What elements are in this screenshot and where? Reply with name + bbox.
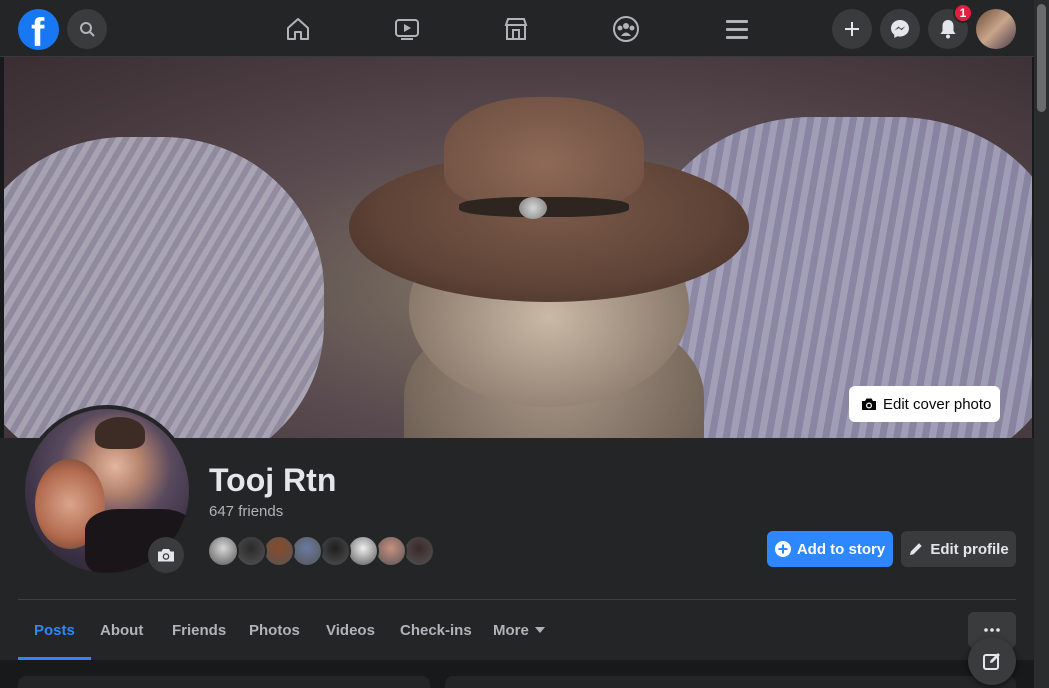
tab-about[interactable]: About [84,600,159,660]
intro-card [18,676,430,688]
groups-icon [613,16,639,42]
friend-avatar[interactable] [403,535,435,567]
menu-icon [726,20,748,39]
profile-picture-hair [95,417,145,449]
compose-icon [983,653,1000,670]
home-icon [287,18,309,40]
camera-icon [158,549,174,562]
tab-posts[interactable]: Posts [18,600,91,660]
page-scrollbar[interactable] [1034,0,1049,688]
friend-avatar[interactable] [375,535,407,567]
plus-circle-icon [774,541,791,557]
friend-avatar[interactable] [319,535,351,567]
profile-name: Tooj Rtn [209,462,337,498]
create-button[interactable] [832,9,872,49]
friend-avatar[interactable] [263,535,295,567]
account-avatar[interactable] [976,9,1016,49]
friend-avatar[interactable] [291,535,323,567]
messenger-icon [891,20,909,38]
messenger-button[interactable] [880,9,920,49]
update-profile-picture-button[interactable] [148,537,184,573]
cover-photo [4,57,1032,438]
tab-friends-label: Friends [172,621,227,639]
add-to-story-label: Add to story [796,540,886,558]
add-to-story-button[interactable]: Add to story [767,531,893,567]
search-icon [80,22,95,37]
bell-icon [940,20,956,39]
facebook-logo[interactable]: f [18,9,59,50]
top-nav: f 1 [0,0,1034,57]
friends-count[interactable]: 647 friends [209,503,283,520]
friend-avatar[interactable] [347,535,379,567]
edit-profile-label: Edit profile [930,540,1009,558]
groups-tab[interactable] [609,12,643,46]
tab-videos-label: Videos [326,621,375,639]
home-tab[interactable] [281,12,315,46]
watch-tab[interactable] [390,12,424,46]
edit-cover-photo-button[interactable]: Edit cover photo [849,386,1000,422]
tab-about-label: About [100,621,144,639]
edit-profile-button[interactable]: Edit profile [901,531,1016,567]
ellipsis-icon [984,628,1000,632]
cover-hat-stud [519,197,547,219]
watch-icon [395,19,419,40]
camera-icon [862,398,876,410]
notifications-badge: 1 [953,3,973,23]
marketplace-icon [504,18,528,40]
marketplace-tab[interactable] [499,12,533,46]
tab-check-ins-label: Check-ins [400,621,472,639]
tab-posts-label: Posts [34,621,75,639]
menu-tab[interactable] [720,12,754,46]
plus-icon [845,22,859,36]
new-message-button[interactable] [968,637,1016,685]
create-post-card [445,676,1016,688]
caret-down-icon [534,627,545,633]
tab-photos-label: Photos [249,621,300,639]
edit-cover-photo-label: Edit cover photo [883,395,992,413]
friend-avatar[interactable] [207,535,239,567]
cover-hat-crown [444,97,644,207]
scrollbar-thumb[interactable] [1037,4,1046,112]
tab-photos[interactable]: Photos [233,600,316,660]
friend-avatar[interactable] [235,535,267,567]
tab-more-label: More [493,621,529,639]
tab-more[interactable]: More [477,600,561,660]
facebook-logo-letter: f [31,11,45,50]
tab-friends[interactable]: Friends [156,600,242,660]
pencil-icon [910,543,923,555]
search-button[interactable] [67,9,107,49]
cover-pillow-left [4,137,324,438]
tab-check-ins[interactable]: Check-ins [384,600,488,660]
tab-videos[interactable]: Videos [310,600,391,660]
